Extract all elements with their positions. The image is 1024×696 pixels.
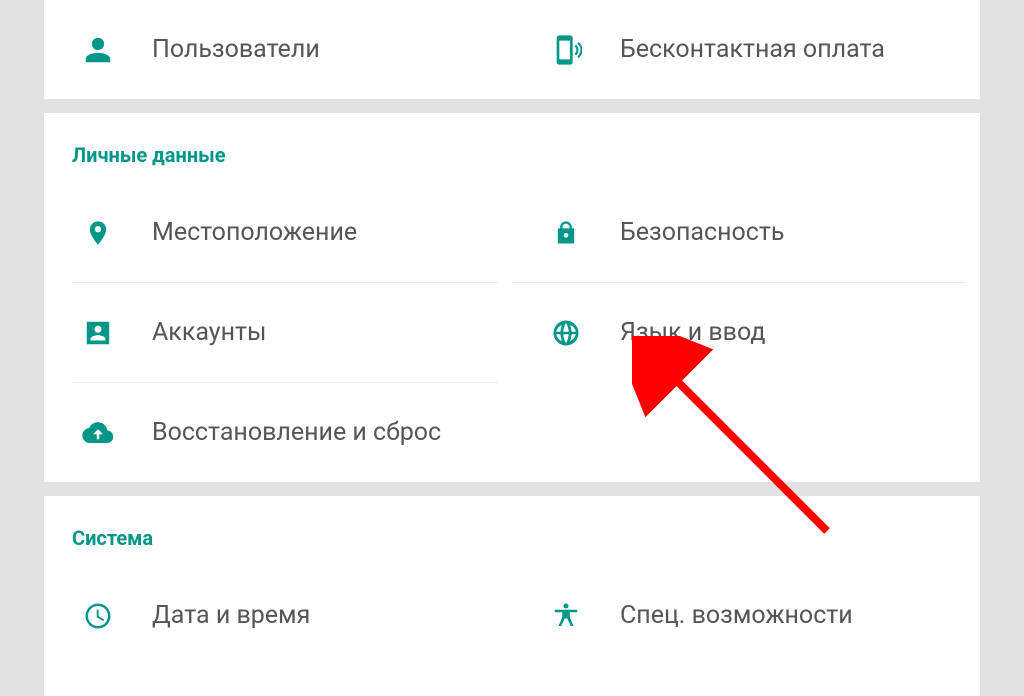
settings-item-label: Восстановление и сброс: [152, 418, 441, 447]
section-title: Система: [72, 526, 153, 550]
tap-and-pay-icon: [512, 34, 620, 66]
settings-item-backup-reset[interactable]: Восстановление и сброс: [44, 383, 512, 482]
settings-item-location[interactable]: Местоположение: [44, 183, 512, 282]
settings-item-date-time[interactable]: Дата и время: [44, 566, 512, 665]
settings-item-label: Язык и ввод: [620, 318, 765, 347]
settings-item-accounts[interactable]: Аккаунты: [44, 283, 512, 382]
account-box-icon: [44, 318, 152, 348]
settings-item-label: Аккаунты: [152, 318, 266, 347]
settings-item-language-input[interactable]: Язык и ввод: [512, 283, 980, 382]
accessibility-icon: [512, 600, 620, 632]
divider-gap: [44, 99, 980, 113]
settings-item-contactless-payment[interactable]: Бесконтактная оплата: [512, 0, 980, 99]
settings-item-security[interactable]: Безопасность: [512, 183, 980, 282]
settings-item-label: Бесконтактная оплата: [620, 35, 885, 64]
settings-item-users[interactable]: Пользователи: [44, 0, 512, 99]
clock-icon: [44, 601, 152, 631]
settings-item-label: Дата и время: [152, 601, 310, 630]
settings-item-label: Спец. возможности: [620, 601, 853, 630]
settings-item-label: Безопасность: [620, 218, 784, 247]
cloud-upload-icon: [44, 418, 152, 448]
settings-item-label: Пользователи: [152, 35, 320, 64]
globe-icon: [512, 318, 620, 348]
section-header-personal: Личные данные: [44, 113, 980, 183]
section-title: Личные данные: [72, 143, 226, 167]
location-icon: [44, 217, 152, 249]
section-header-system: Система: [44, 496, 980, 566]
settings-group-top: Пользователи Бесконтактная оплата: [44, 0, 980, 99]
lock-icon: [512, 217, 620, 249]
settings-group-personal: Личные данные Местоположение Аккаунты: [44, 113, 980, 482]
settings-screen: Пользователи Бесконтактная оплата Личные…: [44, 0, 980, 672]
divider-gap: [44, 482, 980, 496]
settings-item-label: Местоположение: [152, 218, 357, 247]
person-icon: [44, 35, 152, 65]
settings-item-accessibility[interactable]: Спец. возможности: [512, 566, 980, 665]
settings-group-system: Система Дата и время Спец. возможности: [44, 496, 980, 696]
